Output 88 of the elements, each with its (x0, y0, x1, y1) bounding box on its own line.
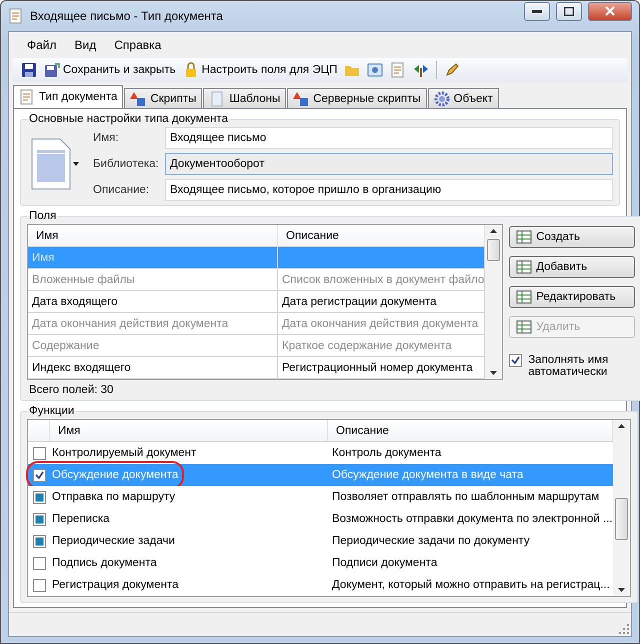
table-cell-text: Контроль документа (331, 446, 442, 461)
table-cell-text: Обсуждение документа (51, 468, 180, 483)
scrollbar[interactable] (485, 225, 502, 379)
checkbox-label: Заполнять имя автоматически (528, 354, 610, 378)
checkbox[interactable] (33, 578, 46, 592)
toolbar-icon-button[interactable] (365, 61, 386, 79)
checkbox[interactable] (33, 534, 46, 548)
tab[interactable]: Объект (428, 88, 499, 108)
menu-item[interactable]: Справка (106, 36, 170, 54)
checkbox[interactable] (33, 490, 46, 504)
table-cell-text: Позволяет отправлять по шаблонным маршрутам (331, 490, 600, 505)
close-icon (605, 6, 615, 16)
shapes-icon (130, 90, 146, 106)
floppy-icon (44, 62, 60, 78)
table-icon (516, 289, 532, 305)
fields-count: Всего полей: 30 (28, 383, 114, 396)
table-cell-text: Подпись документа (51, 556, 158, 571)
minimize-icon (532, 10, 542, 12)
table-cell: Регистрационный номер документа (278, 357, 486, 379)
checkbox[interactable] (33, 512, 46, 526)
table-icon (516, 319, 532, 335)
scroll-down-icon[interactable] (618, 588, 625, 592)
table-icon (516, 229, 532, 245)
toolbar-button[interactable]: Настроить поля для ЭЦП (180, 61, 340, 79)
tab[interactable]: Скрипты (124, 88, 202, 108)
checkbox[interactable] (33, 468, 46, 482)
pencil-icon (444, 62, 460, 78)
document-icon (19, 89, 35, 105)
field-label: Описание: (93, 184, 150, 196)
table-cell: Индекс входящего (28, 357, 278, 379)
resize-grip-icon[interactable] (619, 624, 629, 634)
maximize-icon (564, 6, 574, 16)
table-row[interactable]: Индекс входящего Регистрационный номер документа (28, 357, 486, 379)
document-icon (8, 8, 24, 24)
group-title: Поля (28, 210, 58, 222)
tab[interactable]: Шаблоны (203, 88, 286, 108)
toolbar-icon-button[interactable] (19, 61, 39, 79)
checkbox[interactable] (509, 354, 522, 367)
column-header[interactable]: Имя (28, 225, 278, 246)
scroll-down-icon[interactable] (490, 371, 498, 375)
text-field[interactable]: Входящее письмо (165, 127, 613, 150)
action-button[interactable]: Создать (509, 226, 636, 248)
toolbar-button[interactable]: Сохранить и закрыть (42, 61, 178, 79)
arrows-icon (413, 62, 430, 78)
group-title: Функции (28, 405, 76, 417)
page-icon (209, 90, 226, 106)
shapes-icon (293, 90, 310, 106)
scroll-thumb[interactable] (487, 239, 500, 261)
dropdown-caret-icon[interactable] (73, 162, 79, 166)
table-cell-text: Регистрация документа (51, 578, 180, 593)
window-title: Входящее письмо - Тип документа (30, 9, 224, 23)
table-cell-text: Переписка (51, 512, 111, 527)
floppy-icon (21, 62, 37, 78)
table-cell-text: Периодические задачи (51, 534, 176, 549)
tab[interactable]: Тип документа (13, 85, 124, 108)
table-cell-text: Возможность отправки документа по электронной ... (331, 512, 613, 527)
table-row[interactable]: Дата входящего Дата регистрации документа (28, 291, 486, 313)
text-field[interactable]: Документооборот (165, 152, 613, 175)
table-cell-text: Контролируемый документ (51, 446, 198, 461)
minimize-button[interactable] (524, 2, 550, 20)
close-button[interactable] (588, 2, 632, 20)
scroll-up-icon[interactable] (618, 424, 625, 428)
text-field[interactable]: Входящее письмо, которое пришло в организацию (165, 178, 613, 201)
column-header[interactable]: Имя (50, 420, 328, 441)
action-button[interactable]: Добавить (509, 256, 636, 278)
table-cell-text: Обсуждение документа в виде чата (331, 468, 524, 483)
tab[interactable]: Серверные скрипты (287, 88, 427, 108)
document-type-icon (31, 138, 71, 190)
table-cell-text: Подписи документа (331, 556, 438, 571)
checkbox[interactable] (33, 446, 46, 460)
scroll-up-icon[interactable] (490, 229, 498, 233)
menu-item[interactable]: Вид (66, 36, 104, 54)
table-cell-text: Документ, который можно отправить на регистрац... (331, 578, 611, 593)
menu-item[interactable]: Файл (19, 36, 65, 54)
table-cell-text: Отправка по маршруту (51, 490, 176, 505)
scroll-thumb[interactable] (614, 498, 628, 540)
table-icon (516, 259, 532, 275)
scrollbar[interactable] (612, 420, 630, 596)
action-button[interactable]: Редактировать (509, 286, 636, 308)
field-label: Библиотека: (93, 158, 160, 170)
field-label: Имя: (93, 132, 120, 144)
maximize-button[interactable] (556, 2, 582, 20)
checkbox[interactable] (33, 556, 46, 570)
table-cell-text: Периодические задачи по документу (331, 534, 531, 549)
group-title: Основные настройки типа документа (28, 113, 229, 125)
gear-icon (434, 90, 450, 106)
window-icon (367, 62, 384, 78)
document-icon (390, 62, 406, 78)
